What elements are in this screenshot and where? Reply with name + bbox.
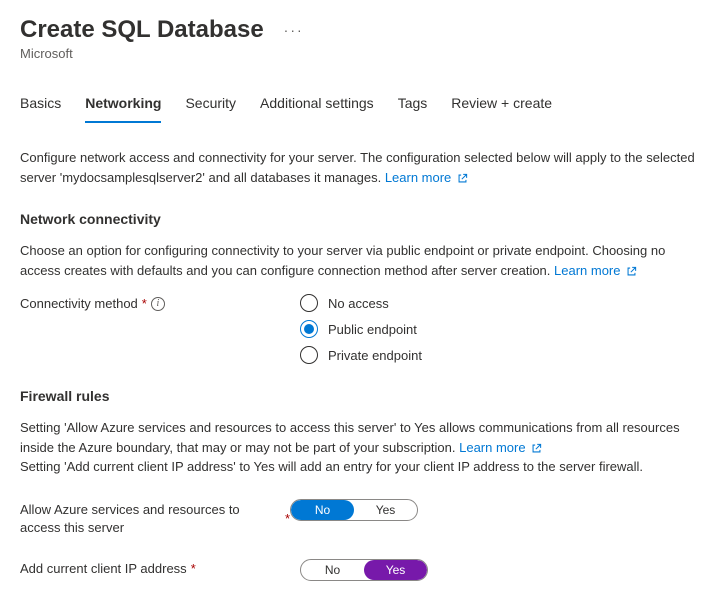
tab-additional-settings[interactable]: Additional settings bbox=[260, 95, 374, 123]
connectivity-method-radio-group: No access Public endpoint Private endpoi… bbox=[300, 294, 422, 364]
firewall-learn-more-link[interactable]: Learn more bbox=[459, 440, 542, 455]
page-title: Create SQL Database bbox=[20, 16, 264, 44]
add-client-ip-toggle[interactable]: No Yes bbox=[300, 559, 428, 581]
firewall-rules-heading: Firewall rules bbox=[20, 388, 702, 404]
add-client-ip-yes[interactable]: Yes bbox=[364, 560, 427, 580]
add-client-ip-row: Add current client IP address * No Yes bbox=[20, 559, 702, 581]
allow-azure-toggle[interactable]: No Yes bbox=[290, 499, 418, 521]
allow-azure-no[interactable]: No bbox=[291, 500, 354, 520]
info-icon[interactable]: i bbox=[151, 297, 165, 311]
tab-security[interactable]: Security bbox=[185, 95, 236, 123]
radio-label-public: Public endpoint bbox=[328, 322, 417, 337]
more-actions-button[interactable]: ··· bbox=[284, 22, 304, 38]
required-marker: * bbox=[191, 561, 196, 576]
network-connectivity-desc: Choose an option for configuring connect… bbox=[20, 241, 702, 280]
tab-basics[interactable]: Basics bbox=[20, 95, 61, 123]
network-connectivity-heading: Network connectivity bbox=[20, 211, 702, 227]
external-link-icon bbox=[626, 266, 637, 277]
publisher-label: Microsoft bbox=[20, 46, 702, 61]
firewall-rules-desc: Setting 'Allow Azure services and resour… bbox=[20, 418, 702, 477]
required-marker: * bbox=[142, 296, 147, 311]
external-link-icon bbox=[457, 173, 468, 184]
external-link-icon bbox=[531, 443, 542, 454]
add-client-ip-no[interactable]: No bbox=[301, 560, 364, 580]
radio-public-endpoint[interactable]: Public endpoint bbox=[300, 320, 422, 338]
add-client-ip-label: Add current client IP address * bbox=[20, 559, 300, 576]
allow-azure-label: Allow Azure services and resources to ac… bbox=[20, 499, 290, 537]
connectivity-method-row: Connectivity method * i No access Public… bbox=[20, 294, 702, 364]
radio-label-private: Private endpoint bbox=[328, 348, 422, 363]
required-marker: * bbox=[285, 510, 290, 528]
connectivity-learn-more-link[interactable]: Learn more bbox=[554, 263, 637, 278]
tabs-bar: Basics Networking Security Additional se… bbox=[20, 95, 702, 124]
allow-azure-row: Allow Azure services and resources to ac… bbox=[20, 499, 702, 537]
radio-label-no-access: No access bbox=[328, 296, 389, 311]
tab-review-create[interactable]: Review + create bbox=[451, 95, 552, 123]
intro-text: Configure network access and connectivit… bbox=[20, 148, 702, 187]
intro-learn-more-link[interactable]: Learn more bbox=[385, 170, 468, 185]
tab-tags[interactable]: Tags bbox=[398, 95, 428, 123]
allow-azure-yes[interactable]: Yes bbox=[354, 500, 417, 520]
connectivity-method-label: Connectivity method * i bbox=[20, 294, 300, 311]
intro-body: Configure network access and connectivit… bbox=[20, 150, 695, 185]
radio-private-endpoint[interactable]: Private endpoint bbox=[300, 346, 422, 364]
tab-networking[interactable]: Networking bbox=[85, 95, 161, 123]
radio-no-access[interactable]: No access bbox=[300, 294, 422, 312]
